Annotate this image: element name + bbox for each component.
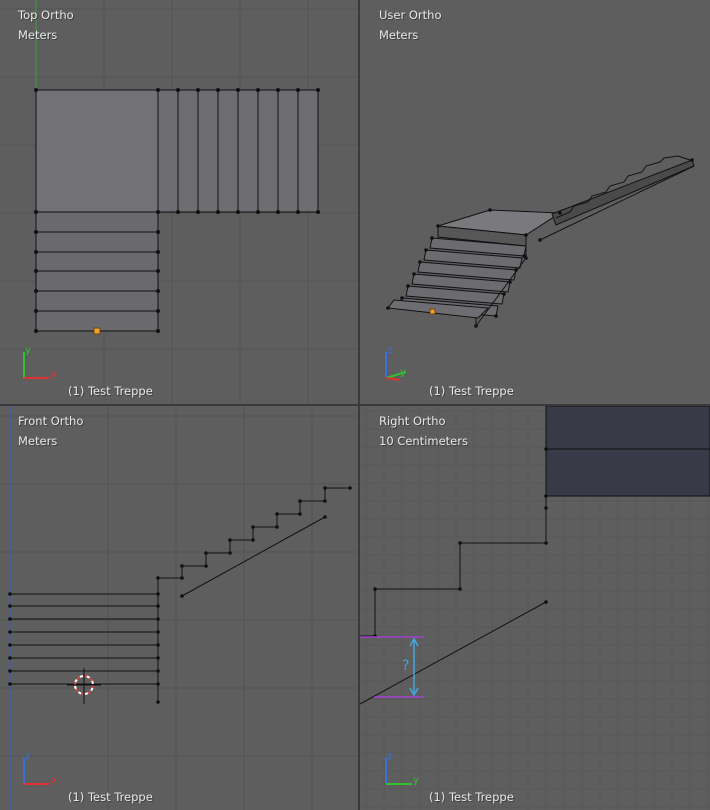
view-name: Right Ortho <box>379 414 446 428</box>
active-object-label: (1) Test Treppe <box>68 384 153 398</box>
gizmo-y-label: y <box>400 367 406 378</box>
gizmo-x-label: x <box>51 775 57 786</box>
view-name: Top Ortho <box>18 8 74 22</box>
grid-units: Meters <box>18 28 58 42</box>
viewport-canvas[interactable]: z x <box>0 406 358 810</box>
grid-units: Meters <box>379 28 419 42</box>
viewport-canvas[interactable]: z y <box>360 0 710 404</box>
viewport-canvas[interactable]: y x <box>0 0 358 404</box>
active-object-label: (1) Test Treppe <box>68 790 153 804</box>
stair-mesh-perspective[interactable] <box>386 155 695 328</box>
viewport-front-ortho[interactable]: z x Front Ortho Meters (1) Test Treppe <box>0 406 358 810</box>
gizmo-y-label: y <box>413 775 419 786</box>
viewport-right-ortho[interactable]: ? z y Right Ortho 10 Centimeters (1) Tes… <box>360 406 710 810</box>
stair-mesh[interactable] <box>8 486 352 704</box>
height-question-label: ? <box>402 658 409 674</box>
gizmo-x-label: x <box>51 369 57 380</box>
object-origin[interactable] <box>93 327 101 335</box>
view-name: Front Ortho <box>18 414 84 428</box>
gizmo-y-label: y <box>25 345 31 356</box>
gizmo-z-label: z <box>387 345 392 356</box>
viewport-canvas[interactable]: ? z y <box>360 406 710 810</box>
viewport-splitter-horizontal[interactable] <box>0 404 710 406</box>
axis-gizmo: z y <box>385 345 407 381</box>
3d-cursor[interactable] <box>67 668 101 704</box>
axis-gizmo: y x <box>23 345 57 380</box>
viewport-user-ortho[interactable]: z y User Ortho Meters (1) Test Treppe <box>360 0 710 404</box>
gizmo-z-label: z <box>25 751 30 762</box>
object-origin[interactable] <box>429 308 436 315</box>
viewport-top-ortho[interactable]: y x Top Ortho Meters (1) Test Treppe <box>0 0 358 404</box>
grid <box>0 406 358 810</box>
active-object-label: (1) Test Treppe <box>429 790 514 804</box>
active-object-label: (1) Test Treppe <box>429 384 514 398</box>
stair-mesh[interactable] <box>34 88 320 333</box>
grid-units: 10 Centimeters <box>379 434 468 448</box>
height-annotation: ? <box>360 636 424 698</box>
view-name: User Ortho <box>379 8 442 22</box>
grid-units: Meters <box>18 434 58 448</box>
gizmo-z-label: z <box>387 751 392 762</box>
